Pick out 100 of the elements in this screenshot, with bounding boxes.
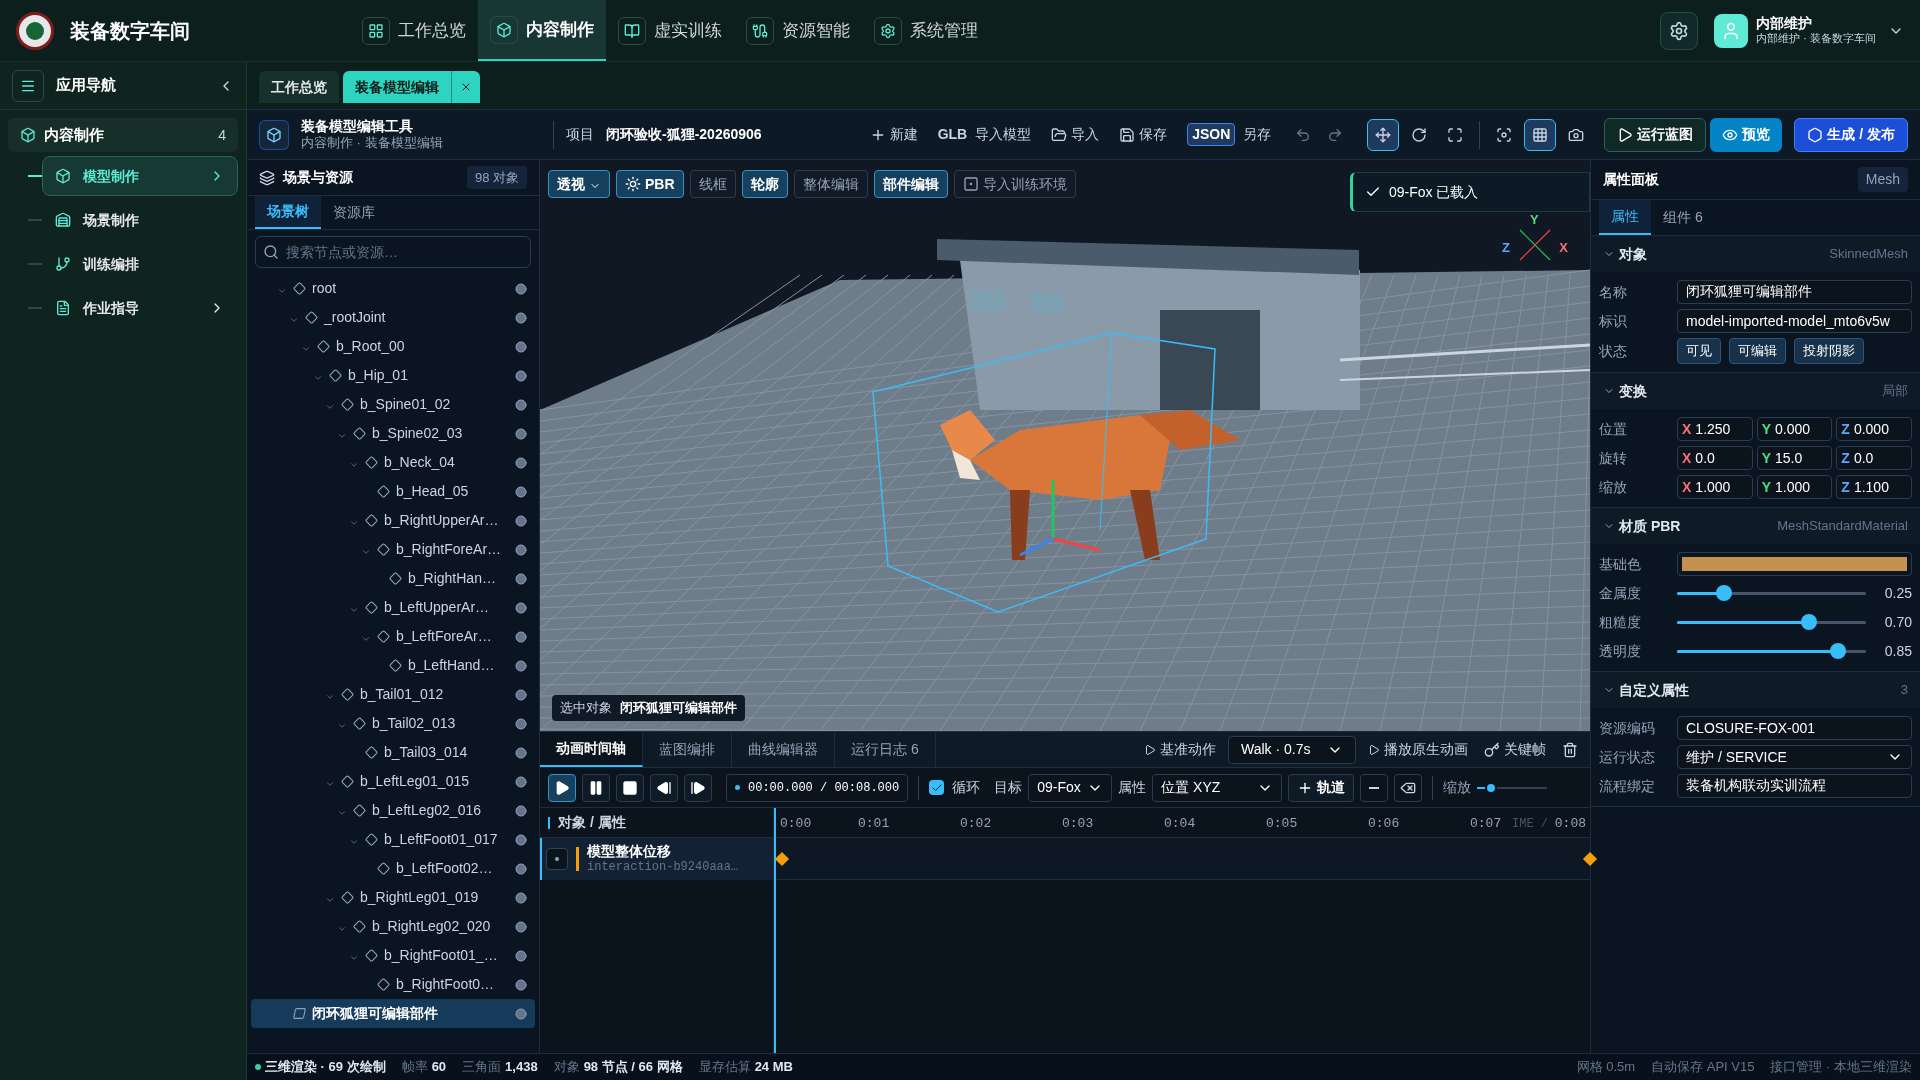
- timeline-tab[interactable]: 蓝图编排: [643, 732, 732, 767]
- visibility-icon[interactable]: [515, 630, 527, 643]
- toolbar-action[interactable]: 保存: [1119, 124, 1168, 145]
- number-value[interactable]: 15.0: [1775, 447, 1803, 469]
- view-mode-button[interactable]: 整体编辑: [793, 170, 868, 198]
- nav-tab[interactable]: 虚实训练: [606, 0, 734, 61]
- keyframe-button[interactable]: 关键帧: [1484, 739, 1546, 760]
- visibility-icon[interactable]: [515, 398, 527, 411]
- visibility-icon[interactable]: [515, 282, 527, 295]
- property-select[interactable]: 位置 XYZ: [1152, 773, 1283, 802]
- tree-item[interactable]: b_RightFoot01_…: [251, 941, 535, 970]
- tree-item[interactable]: b_RightFoot0…: [251, 970, 535, 999]
- visibility-icon[interactable]: [515, 340, 527, 353]
- tree-item[interactable]: b_LeftLeg02_016: [251, 796, 535, 825]
- visibility-icon[interactable]: [515, 427, 527, 440]
- menu-icon[interactable]: [12, 69, 44, 102]
- tree-item[interactable]: _rootJoint: [251, 303, 535, 332]
- toolbar-action[interactable]: 导入: [1051, 124, 1100, 145]
- visibility-icon[interactable]: [515, 601, 527, 614]
- tree-item[interactable]: 闭环狐狸可编辑部件: [251, 999, 535, 1028]
- visibility-icon[interactable]: [515, 891, 527, 904]
- document-tab[interactable]: 工作总览: [259, 71, 339, 103]
- toolbar-action[interactable]: GLB 导入模型: [937, 124, 1032, 145]
- tree-item[interactable]: b_Tail02_013: [251, 709, 535, 738]
- move-tool-button[interactable]: [1367, 118, 1400, 151]
- visibility-icon[interactable]: [515, 369, 527, 382]
- target-select[interactable]: 09-Fox: [1028, 773, 1113, 802]
- timeline-tab[interactable]: 曲线编辑器: [732, 732, 835, 767]
- tree-item[interactable]: b_Tail01_012: [251, 680, 535, 709]
- visibility-icon[interactable]: [515, 775, 527, 788]
- state-toggle[interactable]: 投射阴影: [1794, 338, 1864, 364]
- text-field[interactable]: model-imported-model_mto6v5w: [1677, 309, 1912, 333]
- tree-item[interactable]: b_Hip_01: [251, 361, 535, 390]
- nav-tab[interactable]: 系统管理: [862, 0, 990, 61]
- step-back-button[interactable]: [650, 773, 678, 802]
- search-field[interactable]: 搜索节点或资源…: [255, 236, 531, 268]
- tree-item[interactable]: b_Root_00: [251, 332, 535, 361]
- view-mode-button[interactable]: PBR: [616, 170, 684, 198]
- color-field[interactable]: [1677, 552, 1912, 576]
- tree-item[interactable]: b_Spine01_02: [251, 390, 535, 419]
- zoom-slider[interactable]: [1477, 781, 1548, 794]
- visibility-icon[interactable]: [515, 456, 527, 469]
- step-forward-button[interactable]: [684, 773, 712, 802]
- grid-tool-button[interactable]: [1524, 118, 1557, 151]
- slider[interactable]: [1677, 643, 1866, 659]
- visibility-icon[interactable]: [515, 804, 527, 817]
- number-value[interactable]: 1.000: [1775, 476, 1811, 498]
- visibility-icon[interactable]: [515, 311, 527, 324]
- number-value[interactable]: 0.0: [1695, 447, 1715, 469]
- tree-item[interactable]: b_Neck_04: [251, 448, 535, 477]
- panel-tab[interactable]: 资源库: [321, 196, 387, 229]
- view-mode-button[interactable]: 透视: [548, 170, 610, 198]
- add-track-button[interactable]: 轨道: [1288, 773, 1355, 802]
- view-mode-button[interactable]: 轮廓: [741, 170, 788, 198]
- tree-item[interactable]: root: [251, 274, 535, 303]
- visibility-icon[interactable]: [515, 543, 527, 556]
- number-value[interactable]: 1.100: [1853, 476, 1889, 498]
- visibility-icon[interactable]: [515, 514, 527, 527]
- tree-item[interactable]: b_RightLeg01_019: [251, 883, 535, 912]
- play-native-button[interactable]: 播放原生动画: [1368, 739, 1468, 760]
- sidebar-item[interactable]: 场景制作: [42, 200, 238, 240]
- sidebar-item[interactable]: 训练编排: [42, 244, 238, 284]
- nav-tab[interactable]: 工作总览: [350, 0, 478, 61]
- tree-item[interactable]: b_LeftFoot01_017: [251, 825, 535, 854]
- number-value[interactable]: 0.000: [1775, 418, 1811, 440]
- track-row[interactable]: 模型整体位移 interaction-b9240aaa…: [540, 838, 773, 880]
- play-button[interactable]: [548, 773, 576, 802]
- tree-item[interactable]: b_RightUpperAr…: [251, 506, 535, 535]
- text-field[interactable]: 闭环狐狸可编辑部件: [1677, 280, 1912, 304]
- base-action-button[interactable]: 基准动作: [1144, 739, 1216, 760]
- number-value[interactable]: 1.000: [1695, 476, 1731, 498]
- nav-tab[interactable]: 内容制作: [478, 0, 606, 61]
- settings-button[interactable]: [1660, 11, 1699, 50]
- tree-item[interactable]: b_Spine02_03: [251, 419, 535, 448]
- state-toggle[interactable]: 可编辑: [1729, 338, 1786, 364]
- tree-item[interactable]: b_Head_05: [251, 477, 535, 506]
- preview-button[interactable]: 预览: [1710, 117, 1783, 152]
- tree-item[interactable]: b_LeftLeg01_015: [251, 767, 535, 796]
- visibility-icon[interactable]: [515, 659, 527, 672]
- nav-tab[interactable]: 资源智能: [734, 0, 862, 61]
- text-field[interactable]: 装备机构联动实训流程: [1677, 774, 1912, 798]
- select-field[interactable]: 维护 / SERVICE: [1677, 745, 1912, 769]
- animation-select[interactable]: Walk · 0.7s: [1228, 735, 1356, 764]
- view-mode-button[interactable]: 线框: [689, 170, 736, 198]
- publish-button[interactable]: 生成 / 发布: [1794, 117, 1908, 152]
- visibility-icon[interactable]: [515, 572, 527, 585]
- toolbar-action[interactable]: 新建: [869, 124, 918, 145]
- text-field[interactable]: CLOSURE-FOX-001: [1677, 716, 1912, 740]
- visibility-icon[interactable]: [515, 688, 527, 701]
- panel-tab[interactable]: 场景树: [255, 196, 321, 229]
- visibility-icon[interactable]: [515, 978, 527, 991]
- visibility-icon[interactable]: [515, 862, 527, 875]
- slider[interactable]: [1677, 614, 1866, 630]
- tree-item[interactable]: b_RightHan…: [251, 564, 535, 593]
- visibility-icon[interactable]: [515, 949, 527, 962]
- sidebar-item[interactable]: 模型制作: [42, 156, 238, 196]
- panel-tab[interactable]: 组件 6: [1651, 200, 1715, 235]
- tree-item[interactable]: b_LeftForeAr…: [251, 622, 535, 651]
- tree-item[interactable]: b_RightLeg02_020: [251, 912, 535, 941]
- delete-button[interactable]: [1394, 773, 1423, 802]
